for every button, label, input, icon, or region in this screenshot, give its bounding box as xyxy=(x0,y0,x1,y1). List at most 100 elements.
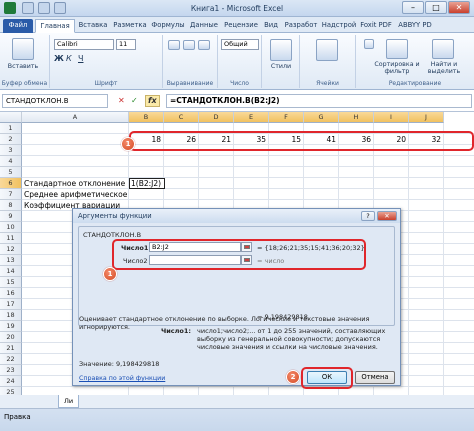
tab-formulas[interactable]: Формулы xyxy=(150,19,186,33)
row-header-14[interactable]: 14 xyxy=(0,266,22,277)
font-name-select[interactable]: Calibri xyxy=(54,39,114,50)
row-header-15[interactable]: 15 xyxy=(0,277,22,288)
column-header-h[interactable]: H xyxy=(339,112,374,123)
row-header-17[interactable]: 17 xyxy=(0,299,22,310)
styles-icon[interactable] xyxy=(270,39,292,61)
row-header-16[interactable]: 16 xyxy=(0,288,22,299)
row-header-19[interactable]: 19 xyxy=(0,321,22,332)
row-header-20[interactable]: 20 xyxy=(0,332,22,343)
column-header-a[interactable]: A xyxy=(22,112,129,123)
align-left-icon[interactable] xyxy=(168,40,180,50)
paste-button[interactable]: Вставить xyxy=(0,63,46,70)
italic-button[interactable]: К xyxy=(66,54,72,63)
arg-help-label: Число1: xyxy=(161,327,192,335)
row-header-11[interactable]: 11 xyxy=(0,233,22,244)
tab-review[interactable]: Рецензие xyxy=(222,19,260,33)
cell-b6[interactable]: 1(B2:J2) xyxy=(129,178,165,189)
row-header-8[interactable]: 8 xyxy=(0,200,22,211)
sort-filter-button[interactable]: Сортировка и фильтр xyxy=(374,61,420,75)
row-header-7[interactable]: 7 xyxy=(0,189,22,200)
tab-data[interactable]: Данные xyxy=(187,19,221,33)
status-mode: Правка xyxy=(4,413,31,421)
ok-button[interactable]: ОК xyxy=(307,371,347,384)
grid-row-line xyxy=(22,166,474,167)
tab-home[interactable]: Главная xyxy=(35,19,75,33)
function-name: СТАНДОТКЛОН.В xyxy=(83,231,142,239)
cancel-button[interactable]: Отмена xyxy=(355,371,395,384)
maximize-button[interactable]: □ xyxy=(425,1,447,14)
tab-file[interactable]: Файл xyxy=(3,19,33,33)
number-format-select[interactable]: Общий xyxy=(221,39,259,50)
row-header-2[interactable]: 2 xyxy=(0,134,22,145)
step-badge-1: 1 xyxy=(121,137,135,151)
alignment-label: Выравнивание xyxy=(166,80,214,87)
align-right-icon[interactable] xyxy=(198,40,210,50)
insert-function-button[interactable]: fx xyxy=(145,95,160,107)
row-header-3[interactable]: 3 xyxy=(0,145,22,156)
row-header-12[interactable]: 12 xyxy=(0,244,22,255)
row-header-13[interactable]: 13 xyxy=(0,255,22,266)
bold-button[interactable]: Ж xyxy=(54,54,64,63)
group-font: Calibri 11 Ж К Ч Шрифт xyxy=(50,35,163,88)
clipboard-label: Буфер обмена xyxy=(1,80,48,87)
paste-icon[interactable] xyxy=(12,38,34,60)
name-box[interactable]: СТАНДОТКЛОН.В xyxy=(2,94,108,108)
styles-button[interactable]: Стили xyxy=(262,63,300,70)
group-alignment: Выравнивание xyxy=(163,35,218,88)
step-badge-2: 2 xyxy=(286,370,300,384)
value-label: Значение: 9,198429818 xyxy=(79,360,160,368)
column-header-f[interactable]: F xyxy=(269,112,304,123)
row-header-22[interactable]: 22 xyxy=(0,354,22,365)
cell-a6[interactable]: Стандартное отклонение xyxy=(24,178,125,189)
row-header-6[interactable]: 6 xyxy=(0,178,22,189)
tab-view[interactable]: Вид xyxy=(261,19,281,33)
row-header-5[interactable]: 5 xyxy=(0,167,22,178)
row-header-24[interactable]: 24 xyxy=(0,376,22,387)
column-header-e[interactable]: E xyxy=(234,112,269,123)
row-header-10[interactable]: 10 xyxy=(0,222,22,233)
select-all-corner[interactable] xyxy=(0,112,22,123)
column-header-c[interactable]: C xyxy=(164,112,199,123)
column-header-i[interactable]: I xyxy=(374,112,409,123)
row-header-9[interactable]: 9 xyxy=(0,211,22,222)
cell-a7[interactable]: Среднее арифметическое xyxy=(24,189,127,200)
cells-icon[interactable] xyxy=(316,39,338,61)
formula-input[interactable]: =СТАНДОТКЛОН.В(B2:J2) xyxy=(166,94,472,108)
arguments-highlight xyxy=(112,239,366,270)
tab-insert[interactable]: Вставка xyxy=(76,19,110,33)
close-button[interactable]: ✕ xyxy=(448,1,470,14)
row-header-1[interactable]: 1 xyxy=(0,123,22,134)
tab-addins[interactable]: Надстрой xyxy=(321,19,357,33)
align-center-icon[interactable] xyxy=(183,40,195,50)
cancel-formula-icon[interactable]: ✕ xyxy=(118,94,125,108)
sheet-tab[interactable]: Ли xyxy=(58,395,80,408)
number-label: Число xyxy=(230,80,249,87)
find-select-button[interactable]: Найти и выделить xyxy=(422,61,466,75)
column-header-b[interactable]: B xyxy=(129,112,164,123)
confirm-formula-icon[interactable]: ✓ xyxy=(131,94,138,108)
tab-developer[interactable]: Разработ xyxy=(282,19,320,33)
step-badge-1b: 1 xyxy=(103,267,117,281)
column-header-d[interactable]: D xyxy=(199,112,234,123)
minimize-button[interactable]: – xyxy=(402,1,424,14)
row-header-18[interactable]: 18 xyxy=(0,310,22,321)
row-header-4[interactable]: 4 xyxy=(0,156,22,167)
tab-abbyy[interactable]: ABBYY PD xyxy=(395,19,435,33)
editing-label: Редактирование xyxy=(388,80,442,87)
dialog-close-button[interactable]: ✕ xyxy=(377,211,397,221)
dialog-help-button[interactable]: ? xyxy=(361,211,375,221)
column-header-g[interactable]: G xyxy=(304,112,339,123)
row-header-21[interactable]: 21 xyxy=(0,343,22,354)
column-header-j[interactable]: J xyxy=(409,112,444,123)
function-arguments-dialog: Аргументы функции ? ✕ СТАНДОТКЛОН.В Числ… xyxy=(72,208,401,389)
tab-layout[interactable]: Разметка xyxy=(111,19,149,33)
font-size-select[interactable]: 11 xyxy=(116,39,136,50)
tab-foxit[interactable]: Foxit PDF xyxy=(358,19,394,33)
cells-label: Ячейки xyxy=(316,80,339,87)
find-select-icon[interactable] xyxy=(432,39,454,59)
sort-filter-icon[interactable] xyxy=(386,39,408,59)
row-header-23[interactable]: 23 xyxy=(0,365,22,376)
underline-button[interactable]: Ч xyxy=(78,54,83,63)
autosum-icon[interactable] xyxy=(364,39,374,49)
help-link[interactable]: Справка по этой функции xyxy=(79,375,165,382)
